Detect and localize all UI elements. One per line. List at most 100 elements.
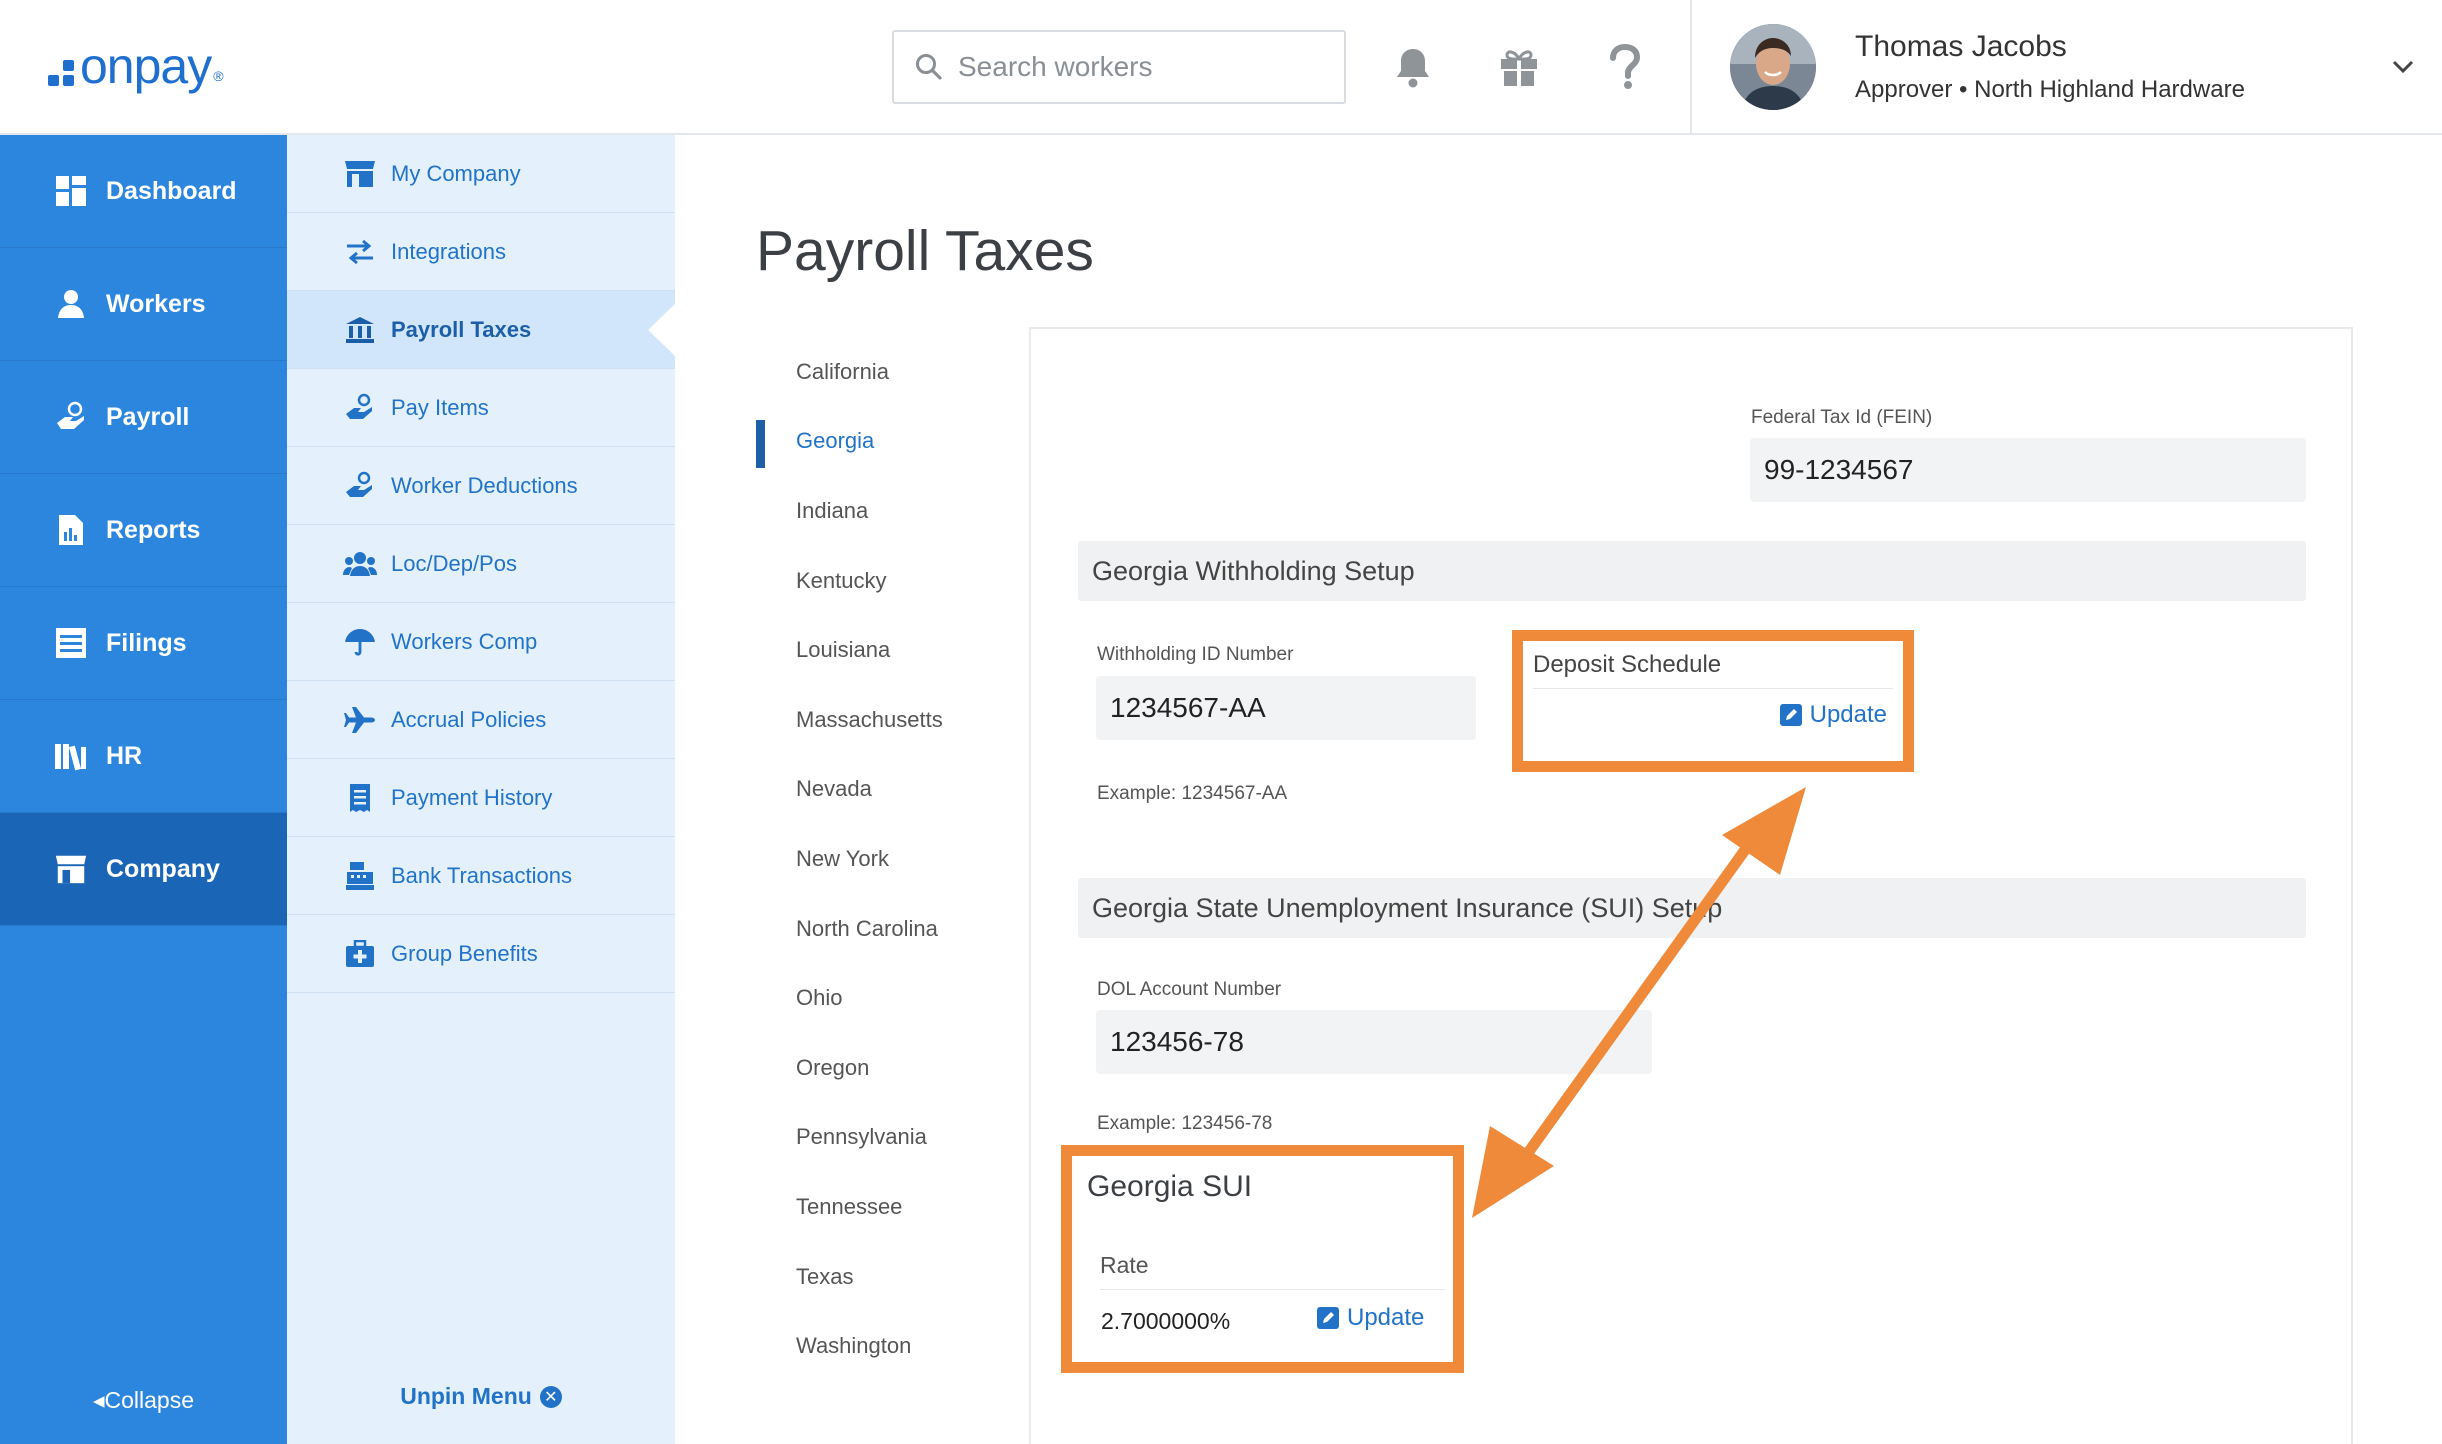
state-item[interactable]: Indiana <box>756 476 996 546</box>
state-item[interactable]: Ohio <box>756 963 996 1033</box>
topbar-divider <box>1690 0 1692 133</box>
nav-item-reports[interactable]: Reports <box>0 474 287 587</box>
withholding-example: Example: 1234567-AA <box>1097 783 1288 804</box>
logo-registered-mark: ® <box>213 68 224 84</box>
workers-icon <box>54 287 88 321</box>
state-item[interactable]: New York <box>756 824 996 894</box>
dol-example: Example: 123456-78 <box>1097 1113 1273 1134</box>
nav-label: Workers <box>106 289 206 318</box>
search-icon <box>914 52 944 82</box>
subnav-item-pay-items[interactable]: Pay Items <box>287 369 675 447</box>
georgia-sui-highlight: Georgia SUI Rate 2.7000000% Update <box>1061 1145 1464 1373</box>
georgia-sui-title: Georgia SUI <box>1087 1170 1253 1203</box>
company-subnav: My Company Integrations Payroll Taxes Pa… <box>287 135 676 1444</box>
logo-mark <box>48 60 74 86</box>
subnav-item-my-company[interactable]: My Company <box>287 135 675 213</box>
close-circle-icon: ✕ <box>539 1385 562 1408</box>
subnav-item-loc-dep-pos[interactable]: Loc/Dep/Pos <box>287 525 675 603</box>
rate-label: Rate <box>1100 1252 1445 1290</box>
state-list: California Georgia Indiana Kentucky Loui… <box>756 337 996 1381</box>
state-item[interactable]: Washington <box>756 1311 996 1381</box>
sui-rate-update-button[interactable]: Update <box>1317 1304 1424 1332</box>
subnav-item-accrual-policies[interactable]: Accrual Policies <box>287 681 675 759</box>
collapse-sidebar-button[interactable]: ◂Collapse <box>0 1387 287 1414</box>
subnav-label: Accrual Policies <box>391 706 547 732</box>
gift-icon[interactable] <box>1494 42 1544 92</box>
deposit-schedule-highlight: Deposit Schedule Update <box>1512 630 1914 772</box>
user-avatar[interactable] <box>1730 24 1816 110</box>
collapse-label: Collapse <box>104 1387 195 1413</box>
payroll-icon <box>54 400 88 434</box>
chevron-left-icon: ◂ <box>92 1387 105 1413</box>
nav-item-company[interactable]: Company <box>0 813 287 926</box>
hand-coin-icon <box>343 393 377 423</box>
rate-value: 2.7000000% <box>1101 1308 1231 1334</box>
arrows-icon <box>343 237 377 267</box>
subnav-item-bank-transactions[interactable]: Bank Transactions <box>287 837 675 915</box>
subnav-item-integrations[interactable]: Integrations <box>287 213 675 291</box>
withholding-section-header: Georgia Withholding Setup <box>1078 541 2306 601</box>
state-item[interactable]: Pennsylvania <box>756 1103 996 1173</box>
unpin-label: Unpin Menu <box>400 1383 532 1409</box>
state-item-active[interactable]: Georgia <box>756 407 996 477</box>
subnav-label: Pay Items <box>391 394 489 420</box>
nav-item-hr[interactable]: HR <box>0 700 287 813</box>
user-role: Approver • North Highland Hardware <box>1855 76 2245 103</box>
dashboard-icon <box>54 174 88 208</box>
unpin-menu-button[interactable]: Unpin Menu ✕ <box>287 1383 675 1410</box>
logo-text: onpay <box>80 38 212 94</box>
edit-icon <box>1779 704 1802 726</box>
medkit-icon <box>343 939 377 969</box>
subnav-label: Workers Comp <box>391 628 538 654</box>
state-item[interactable]: Tennessee <box>756 1172 996 1242</box>
nav-item-payroll[interactable]: Payroll <box>0 361 287 474</box>
search-box[interactable] <box>892 30 1346 104</box>
hand-coin-icon <box>343 471 377 501</box>
update-label: Update <box>1809 701 1887 728</box>
state-item[interactable]: Kentucky <box>756 546 996 616</box>
company-icon <box>54 852 88 886</box>
main-sidebar: Dashboard Workers Payroll Reports Filing… <box>0 135 287 1444</box>
state-item[interactable]: California <box>756 337 996 407</box>
help-icon[interactable] <box>1600 42 1650 92</box>
subnav-item-group-benefits[interactable]: Group Benefits <box>287 915 675 993</box>
state-item[interactable]: Massachusetts <box>756 685 996 755</box>
subnav-label: Loc/Dep/Pos <box>391 550 517 576</box>
nav-item-dashboard[interactable]: Dashboard <box>0 135 287 248</box>
deposit-schedule-update-button[interactable]: Update <box>1779 701 1887 729</box>
top-bar: onpay ® Thomas Jacobs Approver • North H… <box>0 0 2442 135</box>
nav-item-workers[interactable]: Workers <box>0 248 287 361</box>
nav-label: Company <box>106 854 220 883</box>
state-item[interactable]: Nevada <box>756 755 996 825</box>
state-item[interactable]: Oregon <box>756 1033 996 1103</box>
state-item[interactable]: North Carolina <box>756 894 996 964</box>
onpay-logo[interactable]: onpay ® <box>48 38 224 94</box>
notifications-bell-icon[interactable] <box>1388 42 1438 92</box>
subnav-label: Payment History <box>391 784 553 810</box>
subnav-item-worker-deductions[interactable]: Worker Deductions <box>287 447 675 525</box>
subnav-label: Worker Deductions <box>391 472 578 498</box>
edit-icon <box>1317 1307 1339 1329</box>
receipt-icon <box>343 783 377 813</box>
subnav-label: My Company <box>391 160 521 186</box>
subnav-label: Group Benefits <box>391 940 538 966</box>
users-icon <box>343 549 377 579</box>
subnav-label: Payroll Taxes <box>391 316 532 342</box>
chevron-down-icon[interactable] <box>2388 52 2418 82</box>
nav-label: Dashboard <box>106 176 237 205</box>
withholding-id-label: Withholding ID Number <box>1097 644 1294 665</box>
subnav-item-workers-comp[interactable]: Workers Comp <box>287 603 675 681</box>
withholding-id-field[interactable]: 1234567-AA <box>1096 676 1476 740</box>
state-item[interactable]: Texas <box>756 1242 996 1312</box>
subnav-item-payment-history[interactable]: Payment History <box>287 759 675 837</box>
fein-label: Federal Tax Id (FEIN) <box>1751 407 1933 428</box>
page-title: Payroll Taxes <box>756 219 1094 283</box>
state-item[interactable]: Louisiana <box>756 615 996 685</box>
fein-field[interactable]: 99-1234567 <box>1750 438 2306 502</box>
user-name: Thomas Jacobs <box>1855 30 2067 63</box>
subnav-item-payroll-taxes[interactable]: Payroll Taxes <box>287 291 676 369</box>
search-input[interactable] <box>958 51 1318 83</box>
bank-icon <box>343 315 377 345</box>
nav-label: Payroll <box>106 402 190 431</box>
nav-item-filings[interactable]: Filings <box>0 587 287 700</box>
